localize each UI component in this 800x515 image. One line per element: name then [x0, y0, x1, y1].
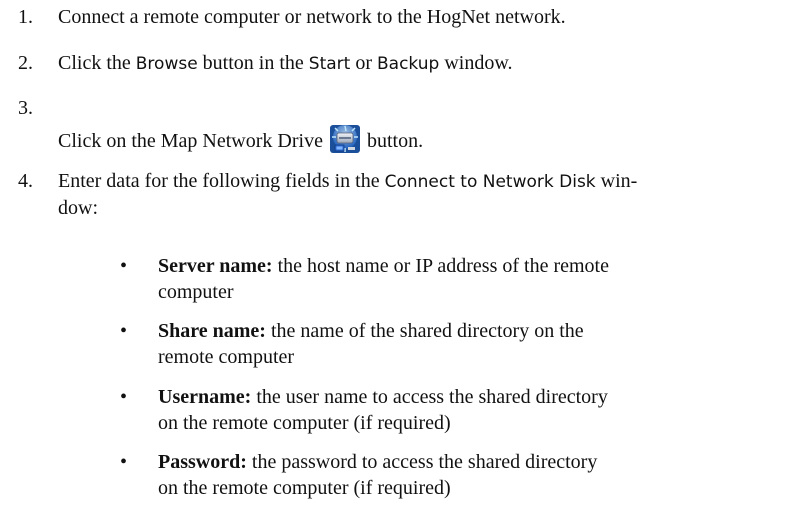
- start-window-name: Start: [308, 54, 351, 74]
- browse-button-name: Browse: [135, 54, 198, 74]
- step-text: Click on the Map Network Drive button.: [58, 125, 758, 154]
- step-text: Enter data for the following fields in t…: [58, 170, 638, 219]
- bullet: •: [120, 451, 128, 473]
- step-text: Connect a remote computer or network to …: [58, 6, 566, 28]
- field-label: Username:: [158, 386, 252, 408]
- bullet: •: [120, 386, 128, 408]
- map-network-drive-icon: [329, 125, 360, 153]
- step-number: 2.: [18, 52, 33, 74]
- field-label: Password:: [158, 451, 247, 473]
- step-number: 3.: [18, 97, 33, 119]
- field-label: Share name:: [158, 320, 266, 342]
- connect-to-network-disk-window-name: Connect to Network Disk: [384, 172, 596, 192]
- backup-window-name: Backup: [376, 54, 440, 74]
- field-label: Server name:: [158, 255, 273, 277]
- step-number: 4.: [18, 170, 33, 192]
- bullet: •: [120, 255, 128, 277]
- step-text: Click the Browse button in the Start or …: [58, 52, 513, 74]
- step-number: 1.: [18, 6, 33, 28]
- bullet: •: [120, 320, 128, 342]
